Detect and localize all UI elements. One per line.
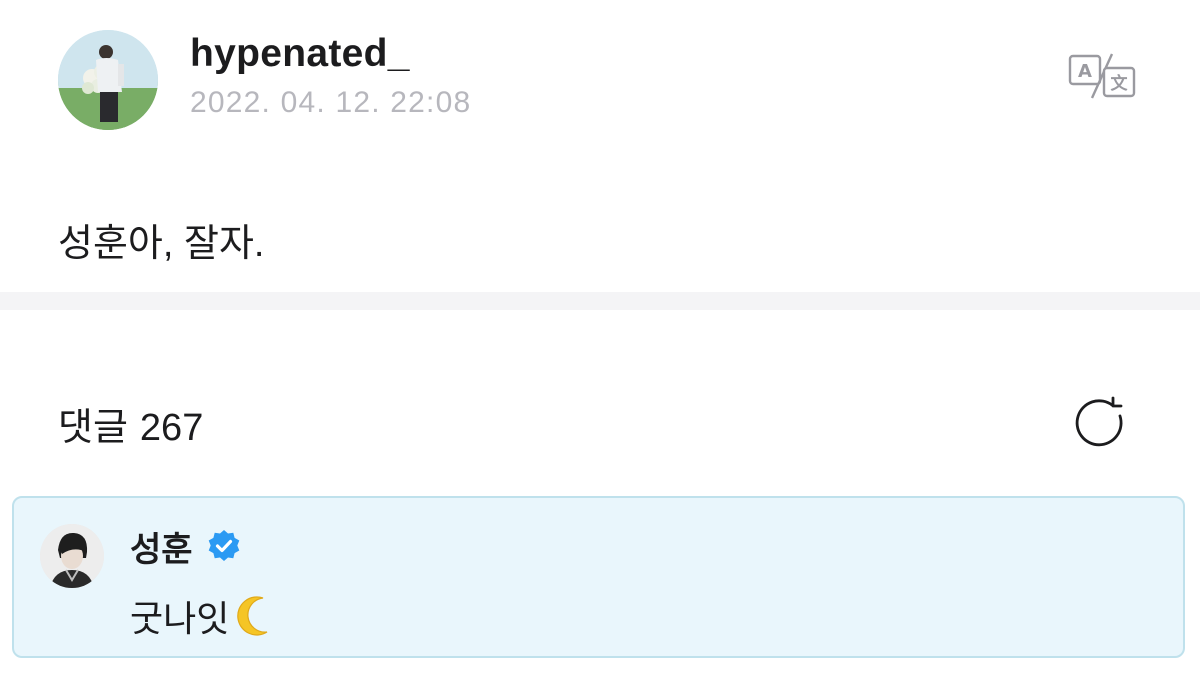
highlighted-comment[interactable]: 성훈 굿나잇 bbox=[12, 496, 1185, 658]
svg-text:A: A bbox=[1078, 61, 1092, 82]
post-body: 성훈아, 잘자. bbox=[58, 223, 265, 265]
comments-label: 댓글 bbox=[58, 407, 128, 449]
comment-text-row: 굿나잇 bbox=[130, 590, 273, 642]
post-header: hypenated_ 2022. 04. 12. 22:08 A 文 bbox=[58, 28, 1148, 132]
avatar-photo-icon bbox=[58, 30, 158, 130]
svg-text:文: 文 bbox=[1111, 73, 1129, 94]
comments-count: 267 bbox=[139, 407, 204, 449]
commenter-photo-icon bbox=[40, 524, 104, 588]
post-timestamp: 2022. 04. 12. 22:08 bbox=[190, 86, 472, 119]
comments-header: 댓글 267 bbox=[58, 396, 203, 451]
commenter-avatar[interactable] bbox=[40, 524, 104, 588]
refresh-icon bbox=[1075, 396, 1123, 447]
verified-badge-icon bbox=[208, 530, 239, 561]
crescent-moon-icon bbox=[237, 596, 268, 636]
refresh-button[interactable] bbox=[1072, 394, 1130, 452]
commenter-row: 성훈 bbox=[130, 522, 241, 571]
author-avatar[interactable] bbox=[58, 30, 158, 130]
comment-text: 굿나잇 bbox=[130, 598, 230, 639]
translate-button[interactable]: A 文 bbox=[1066, 50, 1140, 102]
translate-icon: A 文 bbox=[1068, 53, 1136, 99]
commenter-name[interactable]: 성훈 bbox=[130, 522, 193, 571]
author-name[interactable]: hypenated_ bbox=[190, 32, 410, 76]
section-divider bbox=[0, 292, 1200, 310]
